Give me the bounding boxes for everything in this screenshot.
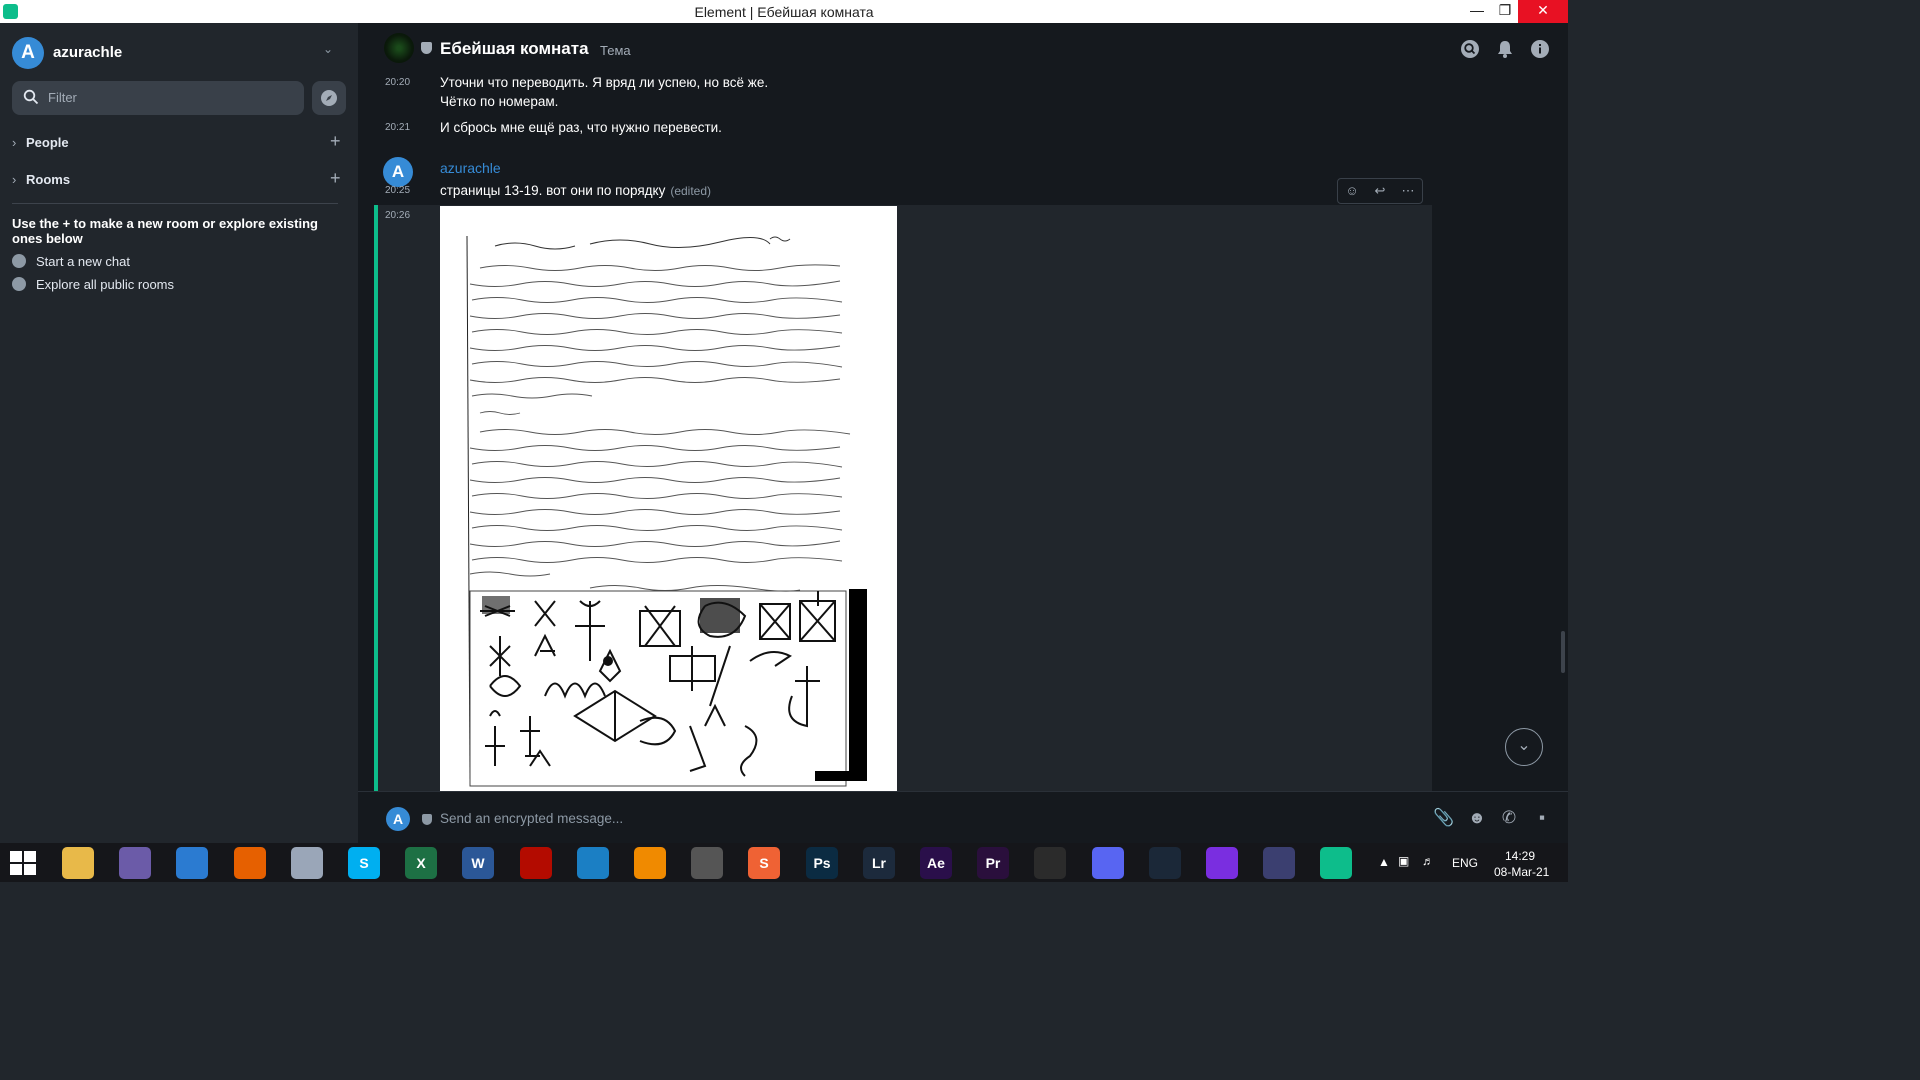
- sender-avatar[interactable]: A: [383, 157, 413, 187]
- message-timestamp: 20:25: [385, 185, 411, 196]
- section-people[interactable]: › People: [12, 135, 69, 150]
- vlc-icon[interactable]: [634, 847, 666, 879]
- room-view: Ебейшая комната Тема 20:20 Уточни что пе…: [358, 23, 1568, 843]
- tray-expand-icon[interactable]: ▲: [1378, 855, 1390, 869]
- message-text: страницы 13-19. вот они по порядку: [440, 183, 666, 198]
- window-title: Element | Ебейшая комната: [694, 4, 874, 20]
- section-rooms-label: Rooms: [26, 172, 71, 187]
- skype-icon[interactable]: S: [348, 847, 380, 879]
- room-header: Ебейшая комната Тема: [358, 23, 1568, 75]
- chevron-down-icon[interactable]: ⌄: [323, 42, 333, 56]
- room-topic[interactable]: Тема: [600, 43, 631, 58]
- clock-time[interactable]: 14:29: [1505, 849, 1535, 863]
- chevron-right-icon: ›: [12, 135, 17, 150]
- minimize-button[interactable]: —: [1462, 0, 1492, 23]
- explore-public-rooms-link[interactable]: Explore all public rooms: [12, 277, 174, 292]
- add-person-button[interactable]: +: [330, 131, 341, 152]
- windows-start-icon[interactable]: [10, 851, 36, 875]
- maximize-button[interactable]: ❐: [1490, 0, 1520, 23]
- search-icon: [23, 89, 39, 105]
- voice-call-icon[interactable]: ✆: [1498, 807, 1520, 829]
- section-people-label: People: [26, 135, 69, 150]
- message-body: И сбрось мне ещё раз, что нужно перевест…: [440, 120, 722, 135]
- filter-input[interactable]: Filter: [12, 81, 304, 115]
- message-input[interactable]: Send an encrypted message...: [440, 811, 623, 826]
- edited-marker[interactable]: (edited): [670, 184, 711, 198]
- room-name[interactable]: Ебейшая комната: [440, 39, 589, 59]
- filter-placeholder: Filter: [48, 90, 77, 105]
- explore-hint: Use the + to make a new room or explore …: [12, 216, 318, 246]
- chat-bubble-icon: [12, 254, 26, 268]
- compass-icon: [321, 90, 337, 106]
- globe-icon[interactable]: [291, 847, 323, 879]
- timeline-scrollbar[interactable]: [1561, 631, 1565, 673]
- sidebar-divider: [12, 203, 338, 204]
- info-icon[interactable]: [1530, 39, 1550, 59]
- emoji-icon[interactable]: ☻: [1466, 807, 1488, 829]
- clock-date[interactable]: 08-Mar-21: [1494, 865, 1549, 879]
- windows-taskbar: S X W S Ps Lr Ae Pr ▲ ▣ ♬ ENG 14:29 08-Mar-21: [0, 843, 1568, 882]
- message-body: Чётко по номерам.: [440, 94, 559, 109]
- element-icon[interactable]: [1320, 847, 1352, 879]
- attachment-icon[interactable]: 📎: [1433, 807, 1455, 829]
- acrobat-icon[interactable]: [520, 847, 552, 879]
- discord-icon[interactable]: [1092, 847, 1124, 879]
- network-icon[interactable]: ▣: [1398, 854, 1409, 868]
- excel-icon[interactable]: X: [405, 847, 437, 879]
- shield-icon: [421, 42, 432, 54]
- message-timestamp: 20:21: [385, 122, 411, 133]
- section-rooms[interactable]: › Rooms: [12, 172, 70, 187]
- sender-name[interactable]: azurachle: [440, 160, 501, 176]
- video-call-icon[interactable]: ▪: [1531, 807, 1553, 829]
- start-new-chat-label: Start a new chat: [36, 254, 130, 269]
- bell-icon[interactable]: [1495, 39, 1515, 59]
- message-action-bar: ☺ ↩ ⋯: [1337, 178, 1423, 204]
- handwritten-page-image: [440, 206, 897, 791]
- explore-rooms-button[interactable]: [312, 81, 346, 115]
- search-icon[interactable]: [1460, 39, 1480, 59]
- left-panel: A azurachle ⌄ Filter › People + › Rooms + …: [0, 23, 358, 843]
- network-icon[interactable]: [176, 847, 208, 879]
- image-attachment[interactable]: [440, 206, 897, 791]
- cortana-icon[interactable]: [1206, 847, 1238, 879]
- bittorrent-icon[interactable]: [119, 847, 151, 879]
- lightroom-icon[interactable]: Lr: [863, 847, 895, 879]
- vscode-icon[interactable]: [577, 847, 609, 879]
- window-title-bar: Element | Ебейшая комната — ❐ ✕: [0, 0, 1568, 23]
- reply-icon[interactable]: ↩: [1366, 179, 1394, 203]
- user-avatar[interactable]: A: [12, 37, 44, 69]
- after-effects-icon[interactable]: Ae: [920, 847, 952, 879]
- composer-avatar[interactable]: A: [386, 807, 410, 831]
- start-new-chat-link[interactable]: Start a new chat: [12, 254, 130, 269]
- volume-icon[interactable]: ♬: [1422, 854, 1434, 868]
- message-body: Уточни что переводить. Я вряд ли успею, …: [440, 75, 769, 90]
- sublime-icon[interactable]: S: [748, 847, 780, 879]
- room-avatar[interactable]: [384, 33, 414, 63]
- user-name[interactable]: azurachle: [53, 44, 122, 61]
- message-timestamp: 20:26: [385, 210, 411, 221]
- vpn-icon[interactable]: [1263, 847, 1295, 879]
- message-timestamp: 20:20: [385, 77, 411, 88]
- word-icon[interactable]: W: [462, 847, 494, 879]
- explore-public-rooms-label: Explore all public rooms: [36, 277, 175, 292]
- firefox-icon[interactable]: [234, 847, 266, 879]
- file-explorer-icon[interactable]: [62, 847, 94, 879]
- premiere-icon[interactable]: Pr: [977, 847, 1009, 879]
- language-indicator[interactable]: ENG: [1452, 856, 1478, 870]
- shield-icon: [422, 814, 432, 825]
- compass-icon: [12, 277, 26, 291]
- steam-icon[interactable]: [1149, 847, 1181, 879]
- photoshop-icon[interactable]: Ps: [806, 847, 838, 879]
- downloader-icon[interactable]: [691, 847, 723, 879]
- message-composer: A Send an encrypted message... 📎 ☻ ✆ ▪: [358, 791, 1568, 843]
- obs-icon[interactable]: [1034, 847, 1066, 879]
- chevron-right-icon: ›: [12, 172, 17, 187]
- react-emoji-icon[interactable]: ☺: [1338, 179, 1366, 203]
- jump-to-bottom-button[interactable]: ⌄: [1505, 728, 1543, 766]
- close-button[interactable]: ✕: [1518, 0, 1568, 23]
- message-body: страницы 13-19. вот они по порядку (edite…: [440, 183, 711, 198]
- add-room-button[interactable]: +: [330, 168, 341, 189]
- more-options-icon[interactable]: ⋯: [1394, 179, 1422, 203]
